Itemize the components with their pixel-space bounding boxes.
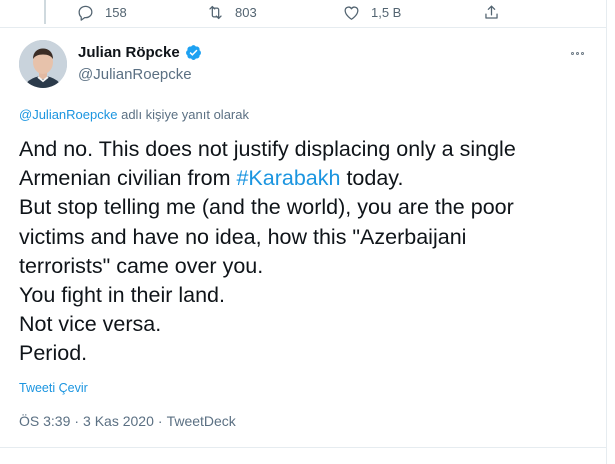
tweet-source[interactable]: TweetDeck bbox=[167, 413, 236, 429]
translate-tweet-link[interactable]: Tweeti Çevir bbox=[19, 381, 88, 395]
author-row: Julian Röpcke bbox=[78, 44, 202, 61]
tweet-text-part: today. But stop telling me (and the worl… bbox=[19, 166, 514, 366]
retweet-count: 803 bbox=[235, 5, 257, 20]
more-dot bbox=[580, 51, 584, 55]
tweet-time[interactable]: ÖS 3:39 bbox=[19, 413, 70, 429]
meta-separator: · bbox=[157, 413, 163, 429]
more-options-button[interactable] bbox=[567, 46, 587, 60]
meta-separator: · bbox=[74, 413, 80, 429]
author-handle[interactable]: @JulianRoepcke bbox=[78, 66, 192, 83]
more-dots-icon bbox=[570, 51, 574, 55]
reply-count: 158 bbox=[105, 5, 127, 20]
reply-context-text: adlı kişiye yanıt olarak bbox=[117, 107, 249, 122]
tweet-container: 158 803 1,5 B Julian Röpcke @JulianRoepc… bbox=[0, 0, 607, 464]
tweet-metadata: ÖS 3:39 · 3 Kas 2020 · TweetDeck bbox=[19, 413, 236, 429]
more-dot bbox=[575, 51, 579, 55]
author-name[interactable]: Julian Röpcke bbox=[78, 44, 180, 61]
previous-tweet-actions: 158 803 1,5 B bbox=[0, 3, 606, 25]
verified-badge-icon bbox=[185, 44, 202, 61]
avatar[interactable] bbox=[19, 40, 67, 88]
retweet-action[interactable]: 803 bbox=[206, 3, 257, 22]
tweet-date[interactable]: 3 Kas 2020 bbox=[83, 413, 154, 429]
reply-icon bbox=[78, 5, 93, 21]
reply-context: @JulianRoepcke adlı kişiye yanıt olarak bbox=[19, 107, 249, 122]
like-action[interactable]: 1,5 B bbox=[342, 3, 401, 22]
heart-icon bbox=[344, 6, 359, 20]
reply-mention-link[interactable]: @JulianRoepcke bbox=[19, 107, 117, 122]
like-count: 1,5 B bbox=[371, 5, 402, 20]
divider bbox=[0, 447, 606, 448]
reply-action[interactable]: 158 bbox=[76, 3, 127, 22]
avatar-photo bbox=[19, 40, 67, 88]
retweet-icon bbox=[209, 5, 222, 20]
tweet-text: And no. This does not justify displacing… bbox=[19, 135, 579, 369]
share-icon bbox=[485, 5, 498, 19]
divider bbox=[0, 27, 606, 28]
hashtag-link[interactable]: #Karabakh bbox=[236, 166, 340, 190]
share-action[interactable] bbox=[482, 3, 501, 22]
